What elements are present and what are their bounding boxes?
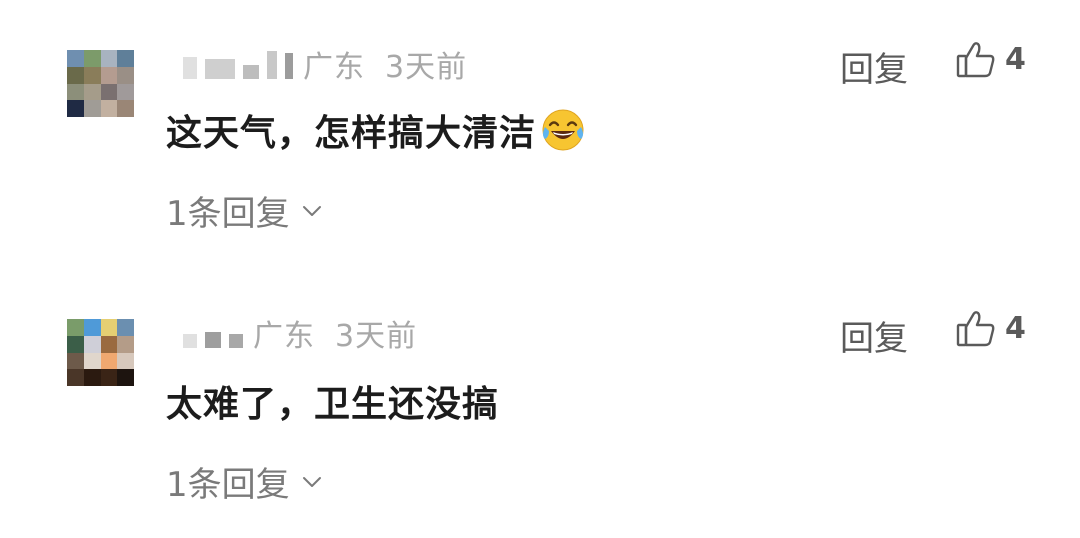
chevron-down-icon	[302, 205, 321, 216]
location: 广东	[253, 319, 315, 354]
timestamp: 3天前	[335, 319, 418, 354]
chevron-down-icon	[302, 476, 321, 487]
replies-count-label: 1条回复	[166, 465, 290, 505]
comment-item: 广东 3天前 回复 4 这天气，怎样搞大清洁 1条回复	[0, 0, 1080, 269]
view-replies-link[interactable]: 1条回复	[166, 186, 322, 235]
avatar[interactable]	[67, 50, 134, 117]
view-replies-link[interactable]: 1条回复	[166, 457, 322, 506]
like-button[interactable]: 4	[955, 38, 1026, 80]
thumbs-up-icon	[956, 311, 995, 347]
reply-button[interactable]: 回复	[840, 42, 908, 91]
like-count: 4	[1005, 310, 1026, 346]
timestamp: 3天前	[385, 50, 468, 85]
username-masked[interactable]	[183, 318, 243, 348]
comment-meta: 广东 3天前	[183, 44, 468, 85]
like-button[interactable]: 4	[955, 307, 1026, 349]
comment-text-content: 太难了，卫生还没搞	[166, 384, 500, 425]
comment-text: 这天气，怎样搞大清洁	[166, 104, 586, 156]
comment-text: 太难了，卫生还没搞	[166, 375, 499, 427]
like-count: 4	[1005, 41, 1026, 77]
avatar[interactable]	[67, 319, 134, 386]
comment-text-content: 这天气，怎样搞大清洁	[166, 113, 537, 154]
thumbs-up-icon	[956, 42, 995, 78]
replies-count-label: 1条回复	[166, 194, 290, 234]
reply-button[interactable]: 回复	[840, 311, 908, 360]
tears-of-joy-emoji	[542, 109, 584, 151]
comment-meta: 广东 3天前	[183, 313, 418, 354]
location: 广东	[303, 50, 365, 85]
username-masked[interactable]	[183, 49, 293, 79]
comment-item: 广东 3天前 回复 4 太难了，卫生还没搞 1条回复	[0, 269, 1080, 538]
